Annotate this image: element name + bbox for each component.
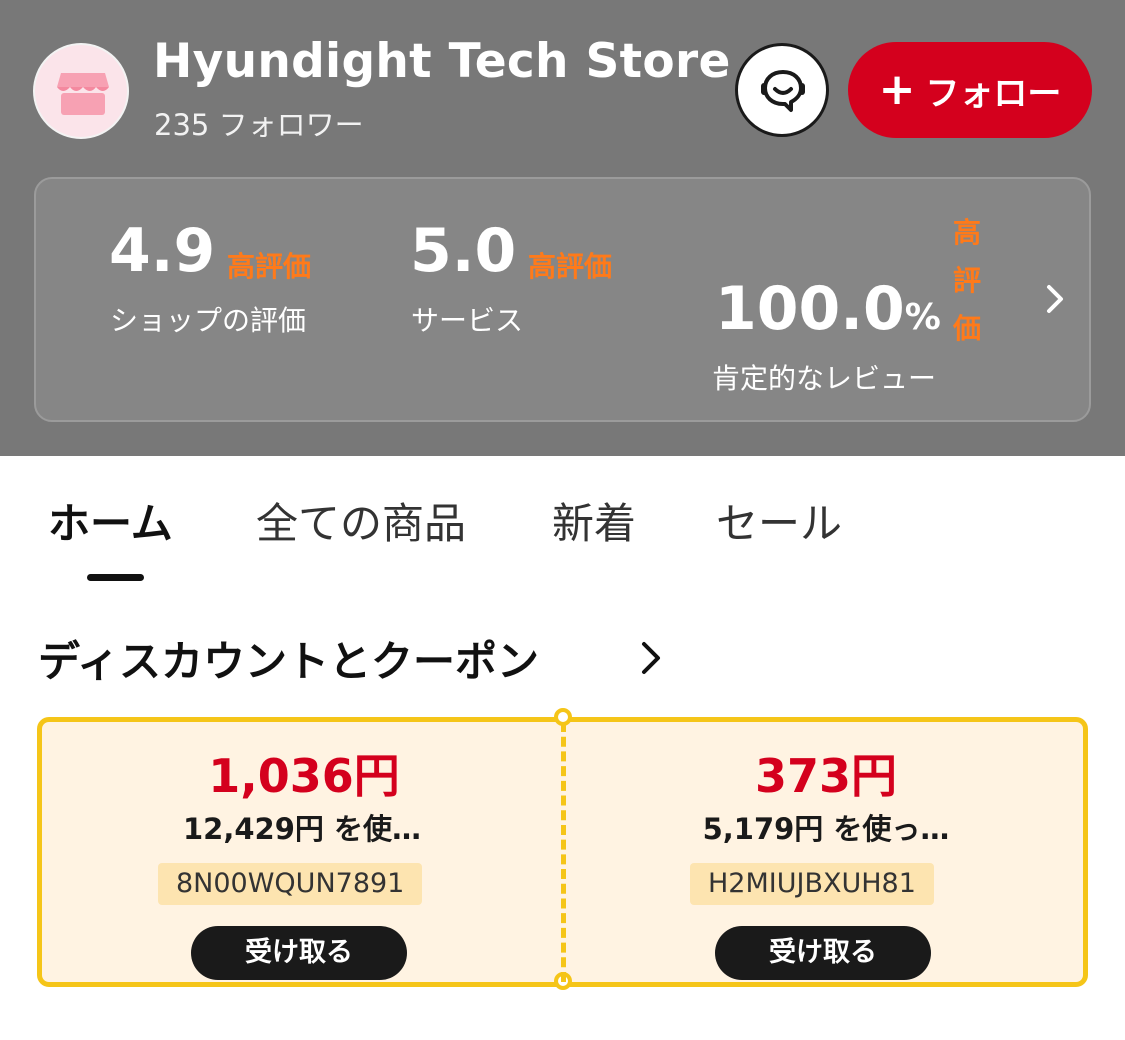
store-header: Hyundight Tech Store 235 フォロワー + フォロー 4.… (0, 0, 1125, 456)
plus-icon: + (878, 64, 916, 115)
coupon-card: 373円 5,179円 を使っ… H2MIUJBXUH81 受け取る (566, 722, 1086, 982)
tag-char: 高 (952, 216, 981, 249)
follow-label: フォロー (925, 73, 1062, 114)
shop-rating-tag: 高評価 (227, 250, 312, 283)
section-title-discounts[interactable]: ディスカウントとクーポン (38, 628, 539, 689)
positive-review-label: 肯定的なレビュー (712, 362, 937, 395)
positive-review-number: 100.0 (715, 274, 905, 344)
positive-review-tag: 高 評 価 (950, 209, 984, 353)
follow-button[interactable]: + フォロー (848, 42, 1092, 138)
shop-rating-value: 4.9 (109, 216, 216, 286)
store-stats-card[interactable]: 4.9 高評価 ショップの評価 5.0 高評価 サービス 100.0% 高 評 … (34, 177, 1091, 422)
chevron-right-icon[interactable] (1041, 279, 1069, 319)
chat-support-icon (761, 70, 805, 112)
chevron-right-icon[interactable] (636, 640, 666, 676)
tab-sale[interactable]: セール (716, 490, 842, 551)
store-name: Hyundight Tech Store (153, 34, 731, 89)
coupon-code: H2MIUJBXUH81 (690, 863, 934, 905)
coupon-condition: 12,429円 を使… (182, 812, 421, 846)
positive-review-value: 100.0% (715, 279, 941, 339)
storefront-icon (57, 73, 109, 115)
tag-char: 評 (952, 264, 981, 297)
coupon-strip: 1,036円 12,429円 を使… 8N00WQUN7891 受け取る 373… (37, 708, 1088, 990)
coupon-condition: 5,179円 を使っ… (702, 812, 950, 846)
chat-button[interactable] (735, 43, 829, 137)
tab-home[interactable]: ホーム (48, 490, 173, 551)
follower-count: 235 フォロワー (154, 108, 364, 142)
claim-coupon-button[interactable]: 受け取る (191, 926, 407, 980)
store-avatar[interactable] (33, 43, 129, 139)
coupon-amount: 373円 (754, 749, 898, 803)
service-rating-label: サービス (411, 304, 524, 337)
tag-char: 価 (952, 312, 981, 345)
active-tab-indicator (87, 574, 144, 581)
claim-coupon-button[interactable]: 受け取る (715, 926, 931, 980)
service-rating-value: 5.0 (410, 216, 517, 286)
coupon-code: 8N00WQUN7891 (158, 863, 423, 905)
shop-rating-label: ショップの評価 (110, 304, 307, 337)
service-rating-tag: 高評価 (528, 250, 613, 283)
percent-sign: % (904, 297, 941, 338)
tab-all-products[interactable]: 全ての商品 (256, 490, 466, 551)
coupon-amount: 1,036円 (208, 749, 400, 803)
tab-bar: ホーム 全ての商品 新着 セール (0, 490, 1125, 590)
tab-new-arrivals[interactable]: 新着 (552, 490, 636, 551)
coupon-card: 1,036円 12,429円 を使… 8N00WQUN7891 受け取る (42, 722, 562, 982)
